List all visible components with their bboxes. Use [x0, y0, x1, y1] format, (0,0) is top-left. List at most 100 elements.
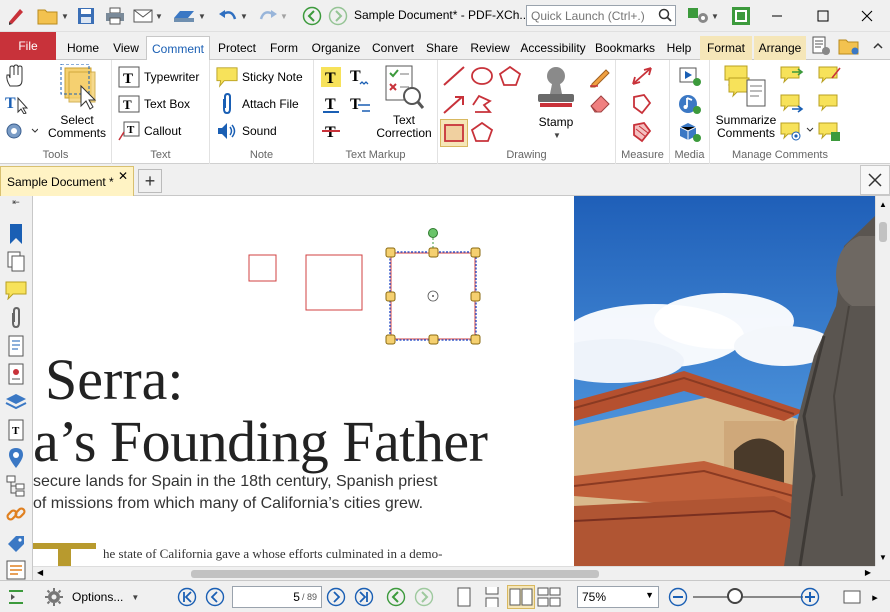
first-page-icon[interactable] [175, 585, 199, 609]
close-window-button[interactable] [844, 0, 890, 32]
tab-view[interactable]: View [108, 36, 144, 60]
line-tool-icon[interactable] [442, 65, 466, 87]
horizontal-scrollbar[interactable]: ◀ ▶ [33, 566, 875, 580]
open-folder-icon[interactable]: ▼ [34, 4, 72, 28]
collapse-sidebar-icon[interactable]: ⇤ [4, 196, 28, 208]
statusbar-menu-icon[interactable]: ▸ [864, 585, 886, 609]
select-comments-button[interactable]: Select Comments [44, 64, 110, 140]
scan-icon[interactable]: ▼ [168, 4, 210, 28]
collapse-ribbon-icon[interactable] [866, 34, 890, 58]
last-page-icon[interactable] [352, 585, 376, 609]
underline-text-icon[interactable]: T [320, 93, 342, 115]
perimeter-measure-icon[interactable] [630, 93, 654, 115]
select-tool-icon[interactable] [4, 120, 38, 142]
previous-view-icon[interactable] [384, 585, 408, 609]
document-properties-icon[interactable] [809, 34, 833, 58]
tab-protect[interactable]: Protect [212, 36, 262, 60]
tab-accessibility[interactable]: Accessibility [516, 36, 590, 60]
rectangle-tool-icon[interactable] [440, 119, 468, 147]
tab-home[interactable]: Home [60, 36, 106, 60]
email-icon[interactable]: ▼ [130, 4, 166, 28]
tags-panel-icon[interactable]: T [4, 418, 28, 442]
quick-launch-input[interactable] [527, 6, 655, 25]
folder-settings-icon[interactable] [837, 34, 861, 58]
scroll-up-icon[interactable]: ▲ [879, 200, 887, 209]
structure-panel-icon[interactable] [4, 474, 28, 498]
squiggly-text-icon[interactable]: T [348, 66, 372, 88]
eraser-tool-icon[interactable] [588, 92, 612, 114]
undo-icon[interactable]: ▼ [214, 4, 252, 28]
new-tab-button[interactable]: + [138, 169, 162, 193]
facing-view-icon[interactable] [507, 585, 535, 609]
fullscreen-icon[interactable] [729, 4, 753, 28]
comments-list-icon[interactable] [818, 64, 842, 86]
options-button[interactable]: Options... ▼ [44, 585, 139, 609]
continuous-view-icon[interactable] [480, 585, 504, 609]
oval-tool-icon[interactable] [470, 65, 494, 87]
redo-icon[interactable]: ▼ [254, 4, 292, 28]
tab-convert[interactable]: Convert [368, 36, 418, 60]
sound-button[interactable]: Sound [216, 120, 277, 142]
import-comments-icon[interactable] [780, 64, 804, 86]
tab-file[interactable]: File [0, 32, 56, 60]
hand-tool-icon[interactable] [4, 64, 26, 88]
next-view-icon[interactable] [412, 585, 436, 609]
layers-panel-icon[interactable] [4, 390, 28, 414]
comment-styles-icon[interactable] [818, 120, 842, 142]
tab-arrange[interactable]: Arrange [754, 36, 806, 60]
zoom-slider-track[interactable] [693, 596, 803, 598]
polyline-tool-icon[interactable] [470, 93, 494, 115]
select-text-tool-icon[interactable]: T [4, 92, 30, 114]
next-page-icon[interactable] [324, 585, 348, 609]
previous-page-icon[interactable] [203, 585, 227, 609]
pages-panel-icon[interactable] [4, 250, 28, 274]
tab-form[interactable]: Form [264, 36, 304, 60]
replace-text-icon[interactable]: T [348, 93, 372, 115]
print-icon[interactable] [102, 4, 128, 28]
tab-help[interactable]: Help [660, 36, 698, 60]
facing-continuous-view-icon[interactable] [537, 585, 561, 609]
3d-model-icon[interactable] [678, 121, 702, 143]
text-correction-button[interactable]: Text Correction [372, 64, 436, 140]
music-icon[interactable] [678, 93, 702, 115]
zoom-dropdown-icon[interactable]: ▼ [645, 590, 654, 600]
attach-file-button[interactable]: Attach File [216, 93, 299, 115]
signatures-panel-icon[interactable] [4, 362, 28, 386]
page-number-field[interactable]: 5 / 89 [232, 586, 322, 608]
polygon-tool-icon[interactable] [498, 65, 522, 87]
bookmarks-panel-icon[interactable] [4, 222, 28, 246]
back-nav-icon[interactable] [300, 4, 324, 28]
zoom-in-icon[interactable] [798, 585, 822, 609]
text-box-button[interactable]: T Text Box [118, 93, 190, 115]
forward-nav-icon[interactable] [326, 4, 350, 28]
arrow-tool-icon[interactable] [442, 93, 466, 115]
flatten-comments-icon[interactable] [818, 92, 842, 114]
tab-share[interactable]: Share [420, 36, 464, 60]
pentagon-tool-icon[interactable] [470, 121, 494, 143]
typewriter-button[interactable]: T Typewriter [118, 66, 199, 88]
minimize-button[interactable] [754, 0, 800, 32]
tab-comment[interactable]: Comment [146, 36, 210, 61]
horizontal-scroll-thumb[interactable] [191, 570, 599, 578]
callout-button[interactable]: T Callout [118, 120, 181, 142]
save-icon[interactable] [74, 4, 98, 28]
highlight-text-icon[interactable]: T [320, 66, 342, 88]
zoom-level-select[interactable]: 75% ▼ [577, 586, 659, 608]
video-icon[interactable] [678, 65, 702, 87]
zoom-slider-thumb[interactable] [727, 588, 743, 604]
attachments-panel-icon[interactable] [4, 306, 28, 330]
vertical-scrollbar[interactable]: ▲ ▼ [875, 196, 890, 566]
close-tab-icon[interactable]: ✕ [118, 169, 128, 183]
pencil-tool-icon[interactable] [588, 64, 612, 88]
current-page[interactable]: 5 [293, 590, 300, 604]
stamp-dropdown-icon[interactable]: ▼ [530, 129, 584, 142]
scroll-left-icon[interactable]: ◀ [37, 568, 43, 577]
distance-measure-icon[interactable] [630, 65, 654, 87]
zoom-out-icon[interactable] [666, 585, 690, 609]
content-panel-icon[interactable] [4, 334, 28, 358]
tag-panel-icon[interactable] [4, 532, 28, 556]
quick-launch-box[interactable] [526, 5, 676, 26]
document-tab[interactable]: Sample Document * ✕ [0, 166, 134, 196]
export-comments-icon[interactable] [780, 92, 804, 114]
tab-format[interactable]: Format [700, 36, 752, 60]
